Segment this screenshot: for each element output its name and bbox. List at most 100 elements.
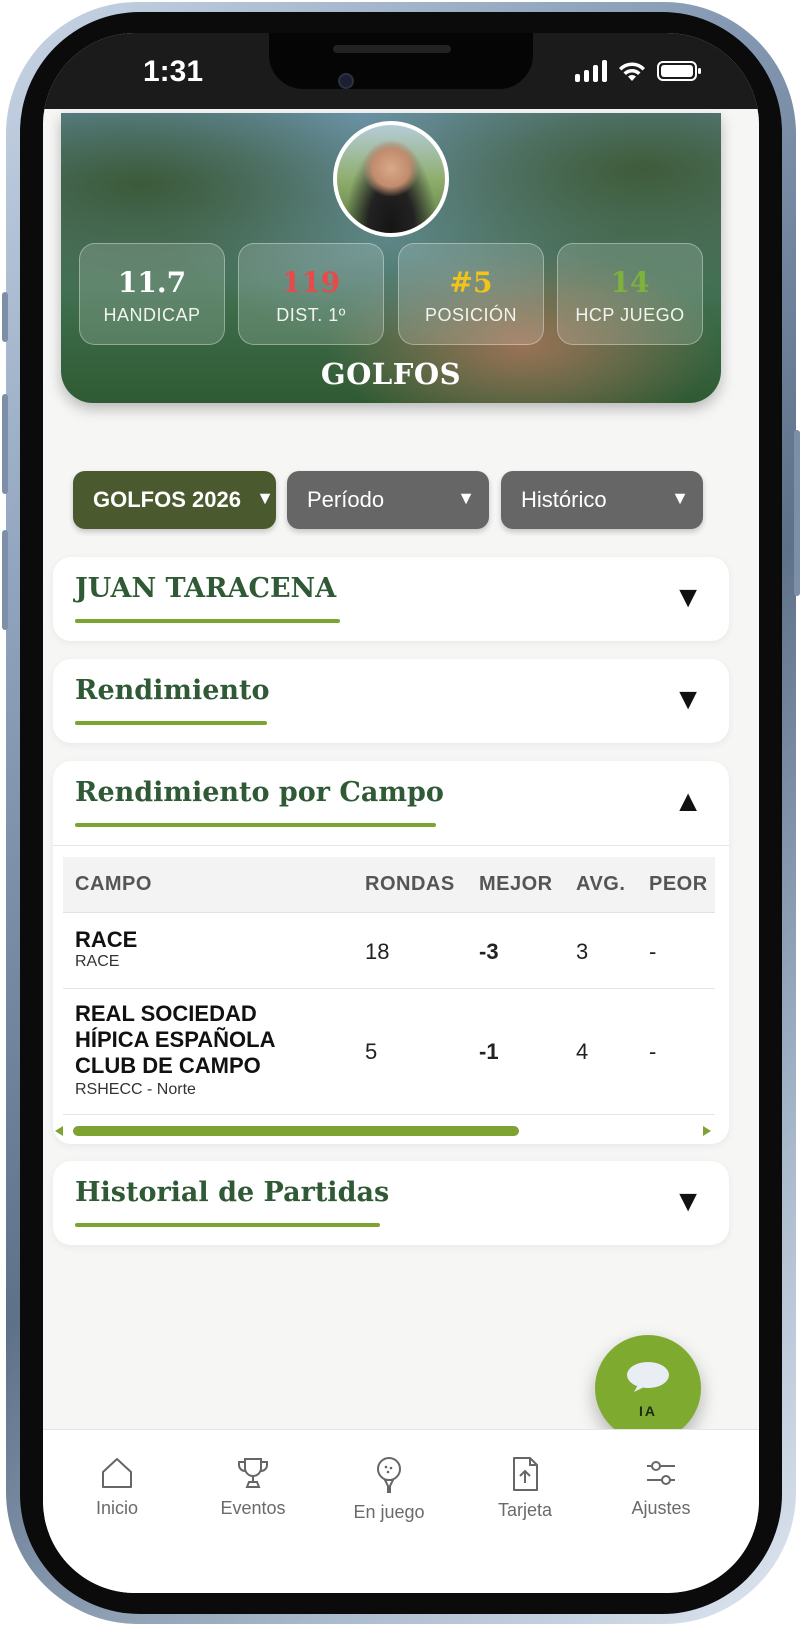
chevron-down-icon: ▼ (457, 488, 475, 508)
stat-label: HANDICAP (103, 305, 201, 325)
section-underline (75, 619, 340, 623)
section-player[interactable]: JUAN TARACENA ▼ (53, 557, 729, 641)
table-row[interactable]: REAL SOCIEDAD HÍPICA ESPAÑOLA CLUB DE CA… (63, 989, 715, 1115)
home-icon (102, 1458, 132, 1488)
chevron-down-icon: ▼ (671, 488, 689, 508)
power-button (794, 430, 800, 596)
course-name-line: CLUB DE CAMPO (75, 1053, 261, 1078)
table-row[interactable]: RACE RACE 18 -3 3 - (63, 913, 715, 989)
chevron-down-icon[interactable]: ▼ (673, 583, 703, 613)
history-select-label: Histórico (521, 487, 607, 512)
ai-button-label: IA (639, 1403, 657, 1419)
league-select[interactable]: GOLFOS 2026 ▼ (73, 471, 276, 529)
worst-value: - (649, 939, 657, 964)
course-name: RACE (75, 927, 138, 952)
rounds-value: 5 (365, 1039, 378, 1064)
stat-card-distance[interactable]: 119 DIST. 1º (238, 243, 384, 345)
stat-card-game-handicap[interactable]: 14 HCP JUEGO (557, 243, 703, 345)
section-title: Historial de Partidas (75, 1177, 390, 1208)
best-value: -3 (479, 939, 499, 964)
nav-label: En juego (353, 1502, 425, 1522)
status-bar: 1:31 (43, 33, 759, 113)
cellular-signal-icon (575, 60, 607, 82)
worst-value: - (649, 1039, 657, 1064)
nav-label: Ajustes (631, 1498, 691, 1518)
front-camera (338, 73, 354, 89)
nav-item-tarjeta[interactable]: Tarjeta (465, 1456, 585, 1521)
club-name: GOLFOS (320, 357, 462, 391)
table-header: CAMPO RONDAS MEJOR AVG. PEOR (63, 857, 715, 913)
wifi-icon (619, 62, 645, 81)
speaker-grille (333, 45, 451, 53)
stat-value: #5 (449, 266, 493, 299)
column-header-worst[interactable]: PEOR (649, 873, 708, 896)
table-horizontal-scrollbar[interactable] (55, 1123, 711, 1139)
history-select[interactable]: Histórico ▼ (501, 471, 703, 529)
ai-chat-button[interactable]: IA (595, 1335, 701, 1429)
period-select[interactable]: Período ▼ (287, 471, 489, 529)
stat-card-position[interactable]: #5 POSICIÓN (398, 243, 544, 345)
stat-label: POSICIÓN (424, 305, 517, 325)
nav-item-en-juego[interactable]: En juego (329, 1456, 449, 1523)
battery-icon (657, 61, 701, 81)
column-header-best[interactable]: MEJOR (479, 873, 553, 896)
app-content: 11.7 HANDICAP 119 DIST. 1º #5 POSICIÓN 1… (43, 109, 759, 1429)
course-name-line: REAL SOCIEDAD (75, 1001, 257, 1026)
side-button (2, 292, 8, 342)
scroll-right-arrow-icon[interactable] (703, 1126, 711, 1136)
nav-label: Inicio (95, 1498, 139, 1518)
golf-ball-icon (377, 1457, 401, 1493)
section-underline (75, 721, 267, 725)
chevron-down-icon[interactable]: ▼ (673, 1187, 703, 1217)
section-underline (75, 1223, 380, 1227)
nav-item-inicio[interactable]: Inicio (57, 1456, 177, 1519)
sliders-icon (647, 1461, 675, 1485)
screen: 1:31 11.7 HANDICAP 119 DIST. 1º #5 POSIC… (43, 33, 759, 1593)
divider (53, 845, 729, 846)
avg-value: 3 (576, 939, 589, 964)
stat-value: 14 (610, 266, 650, 299)
notch (269, 33, 533, 89)
best-value: -1 (479, 1039, 499, 1064)
scroll-left-arrow-icon[interactable] (55, 1126, 63, 1136)
column-header-rounds[interactable]: RONDAS (365, 873, 455, 896)
stat-value: 11.7 (117, 266, 187, 299)
trophy-icon (238, 1458, 268, 1488)
section-performance[interactable]: Rendimiento ▼ (53, 659, 729, 743)
section-match-history[interactable]: Historial de Partidas ▼ (53, 1161, 729, 1245)
nav-item-eventos[interactable]: Eventos (193, 1456, 313, 1519)
course-subname: RSHECC - Norte (75, 1081, 196, 1098)
section-course-performance: Rendimiento por Campo ▲ CAMPO RONDAS MEJ… (53, 761, 729, 1144)
nav-label: Tarjeta (497, 1500, 553, 1520)
column-header-avg[interactable]: AVG. (576, 873, 625, 896)
section-underline (75, 823, 436, 827)
nav-label: Eventos (220, 1498, 286, 1518)
stat-card-handicap[interactable]: 11.7 HANDICAP (79, 243, 225, 345)
section-title: JUAN TARACENA (75, 573, 337, 604)
volume-down-button (2, 530, 8, 630)
volume-up-button (2, 394, 8, 494)
stat-label: DIST. 1º (276, 305, 346, 325)
bottom-navigation: Inicio Eventos En juego Tarjeta Ajustes (43, 1429, 759, 1593)
column-header-course[interactable]: CAMPO (75, 873, 152, 896)
course-name-line: HÍPICA ESPAÑOLA (75, 1027, 276, 1052)
section-title: Rendimiento (75, 675, 270, 706)
status-icons (575, 60, 703, 82)
scrollbar-thumb[interactable] (73, 1126, 519, 1136)
filter-bar: GOLFOS 2026 ▼ Período ▼ Histórico ▼ (73, 471, 713, 529)
rounds-value: 18 (365, 939, 390, 964)
course-subname: RACE (75, 953, 120, 970)
section-title: Rendimiento por Campo (75, 777, 444, 808)
chevron-down-icon: ▼ (256, 488, 274, 508)
chevron-up-icon[interactable]: ▲ (673, 787, 703, 817)
scorecard-upload-icon (513, 1457, 538, 1491)
course-table[interactable]: CAMPO RONDAS MEJOR AVG. PEOR RACE RACE 1… (63, 857, 715, 1117)
status-time: 1:31 (143, 55, 204, 88)
period-select-label: Período (307, 487, 385, 512)
chevron-down-icon[interactable]: ▼ (673, 685, 703, 715)
profile-header: 11.7 HANDICAP 119 DIST. 1º #5 POSICIÓN 1… (61, 113, 721, 403)
league-select-label: GOLFOS 2026 (93, 487, 241, 512)
avatar[interactable] (333, 121, 449, 237)
nav-item-ajustes[interactable]: Ajustes (601, 1456, 721, 1519)
chat-bubble-icon (627, 1362, 669, 1392)
